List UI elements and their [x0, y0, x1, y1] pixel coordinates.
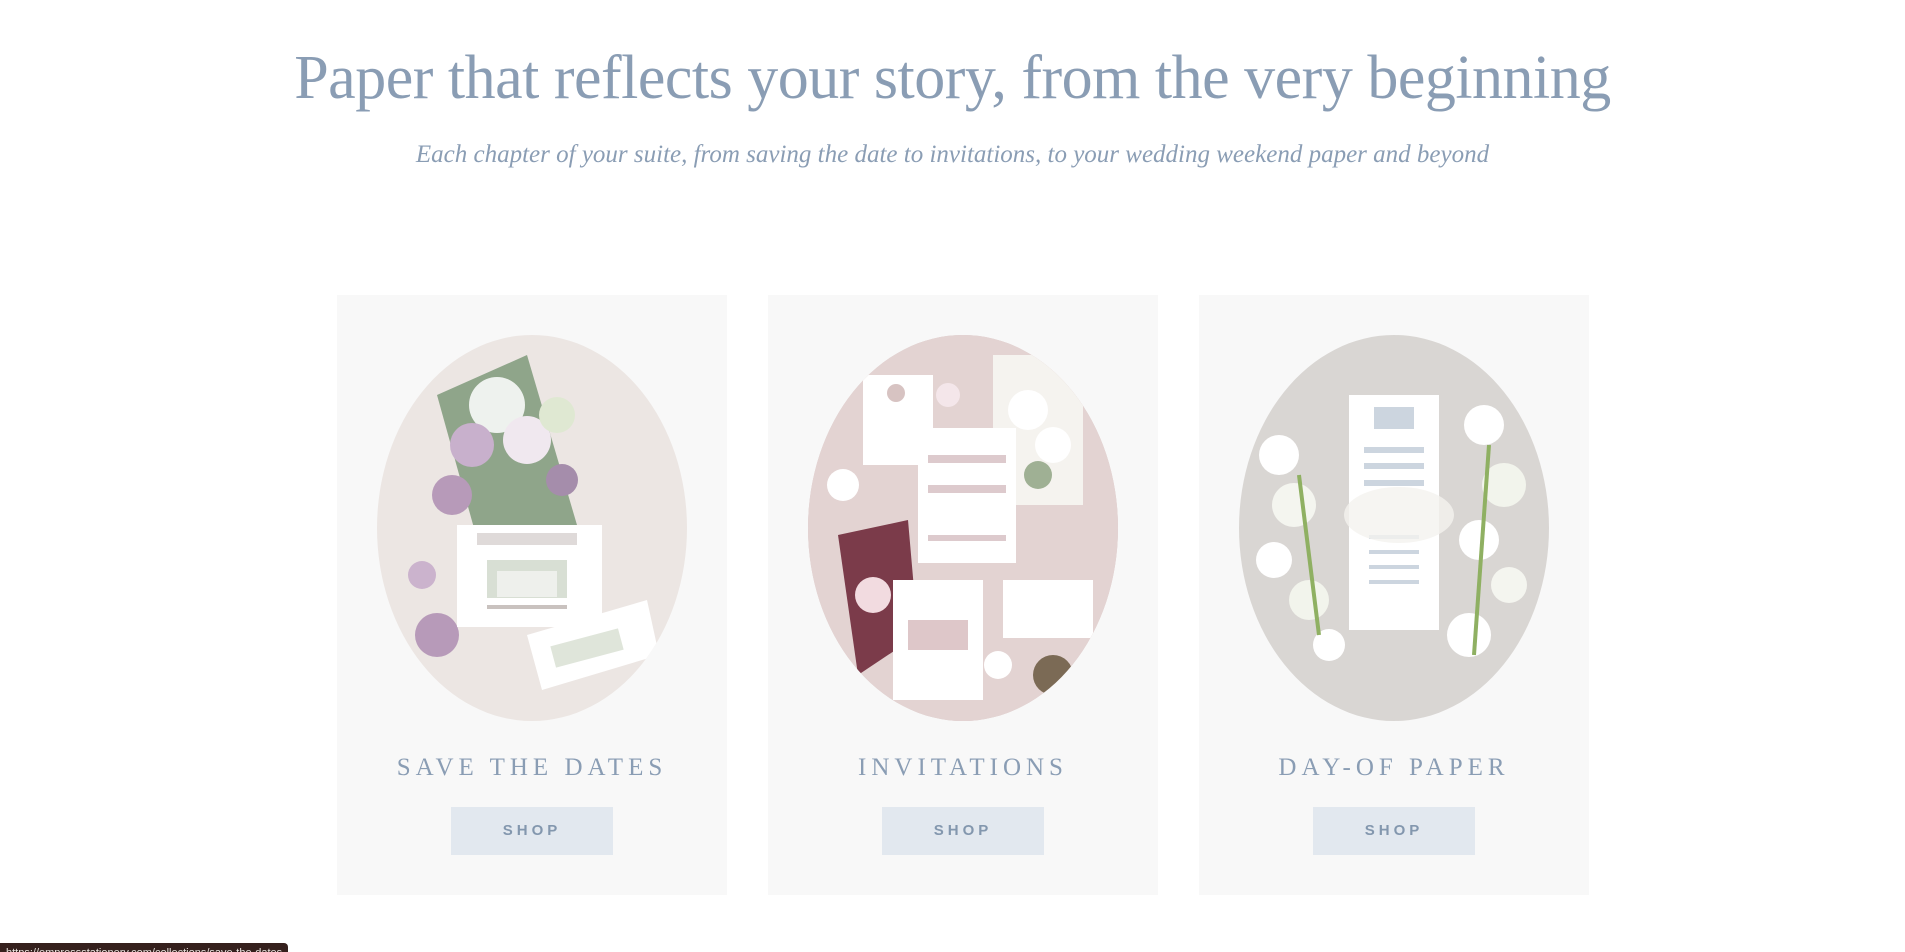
- card-title[interactable]: DAY-OF PAPER: [1199, 753, 1589, 783]
- page-title: Paper that reflects your story, from the…: [294, 44, 1611, 112]
- save-the-dates-image[interactable]: [377, 335, 687, 721]
- shop-save-the-dates-button[interactable]: SHOP: [451, 807, 613, 855]
- page-subtitle: Each chapter of your suite, from saving …: [415, 141, 1490, 168]
- shop-invitations-button[interactable]: SHOP: [882, 807, 1044, 855]
- day-of-paper-image[interactable]: [1239, 335, 1549, 721]
- collection-card-invitations[interactable]: INVITATIONS SHOP: [768, 295, 1158, 895]
- shop-day-of-paper-button[interactable]: SHOP: [1313, 807, 1475, 855]
- collection-card-save-the-dates[interactable]: SAVE THE DATES SHOP: [337, 295, 727, 895]
- collection-card-day-of-paper[interactable]: DAY-OF PAPER SHOP: [1199, 295, 1589, 895]
- invitations-image[interactable]: [808, 335, 1118, 721]
- status-bar-url: https://empressstationery.com/collection…: [0, 943, 289, 952]
- card-title[interactable]: INVITATIONS: [768, 753, 1158, 783]
- card-title[interactable]: SAVE THE DATES: [337, 753, 727, 783]
